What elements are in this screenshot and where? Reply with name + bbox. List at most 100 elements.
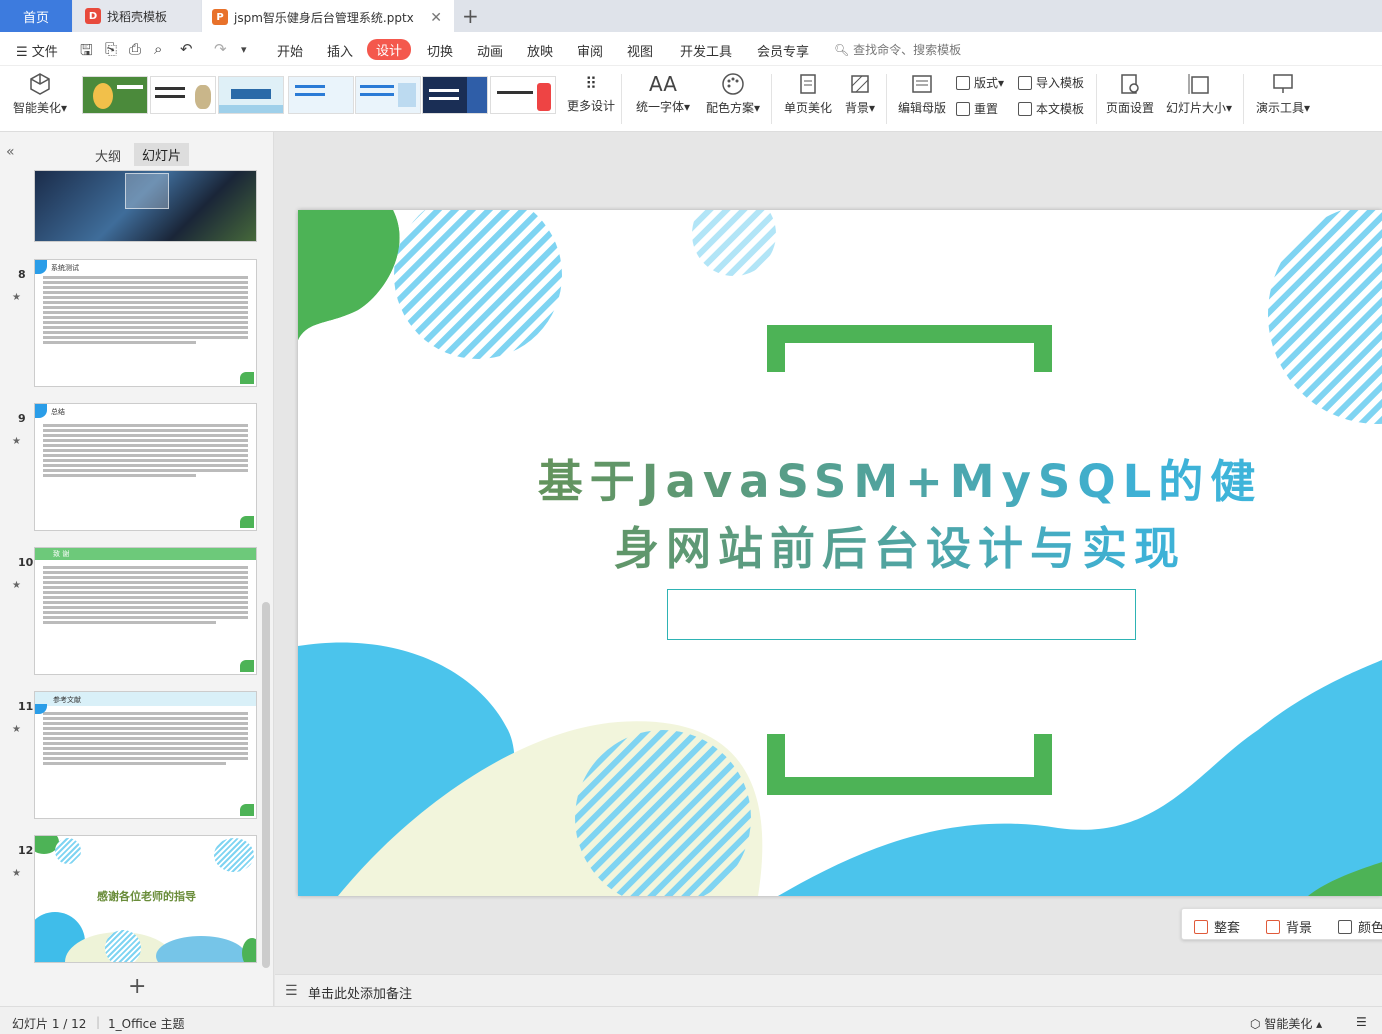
- tab-current-file[interactable]: P jspm智乐健身后台管理系统.pptx ✕: [202, 0, 454, 32]
- slide-thumb-12[interactable]: 感谢各位老师的指导: [34, 835, 257, 963]
- template-thumb-2[interactable]: [150, 76, 216, 114]
- layout-icon: [956, 75, 970, 90]
- reset-button[interactable]: 重置: [956, 100, 998, 117]
- template-thumb-4[interactable]: [288, 76, 354, 114]
- file-menu-label: 文件: [31, 45, 58, 60]
- slide-thumb-title: 感谢各位老师的指导: [97, 890, 196, 903]
- presentation-icon: [1273, 74, 1293, 93]
- customize-toolbar-icon[interactable]: ▾: [241, 43, 247, 56]
- ribbon-separator: [771, 74, 772, 124]
- slide-thumb-7[interactable]: [34, 170, 257, 242]
- search-placeholder: 查找命令、搜索模板: [853, 43, 962, 57]
- file-menu-button[interactable]: ☰ 文件: [16, 41, 58, 60]
- page-beautify-button[interactable]: 单页美化: [783, 72, 833, 116]
- quick-color-button[interactable]: 颜色: [1338, 917, 1382, 936]
- slide-title[interactable]: 基于JavaSSM+MySQL的健 身网站前后台设计与实现: [298, 448, 1382, 582]
- menu-member[interactable]: 会员专享: [757, 41, 809, 60]
- notes-pane[interactable]: ☰ 单击此处添加备注: [275, 974, 1382, 1006]
- color-scheme-button[interactable]: 配色方案▾: [704, 72, 762, 116]
- presentation-tools-button[interactable]: 演示工具▾: [1254, 72, 1312, 116]
- template-thumb-7[interactable]: [490, 76, 556, 114]
- import-icon: [1018, 75, 1032, 90]
- menu-developer[interactable]: 开发工具: [680, 41, 732, 60]
- status-divider: |: [96, 1015, 101, 1029]
- slide-size-label: 幻灯片大小: [1165, 101, 1226, 115]
- smart-beautify-label: 智能美化: [12, 101, 61, 115]
- subtitle-placeholder[interactable]: [667, 589, 1136, 640]
- notes-toggle-icon[interactable]: ☰: [1356, 1015, 1367, 1029]
- slide-thumb-10[interactable]: 致 谢: [34, 547, 257, 675]
- more-designs-label: 更多设计: [567, 99, 616, 113]
- animation-star-icon: ★: [12, 580, 21, 591]
- menu-slideshow[interactable]: 放映: [527, 41, 553, 60]
- template-thumb-3[interactable]: [218, 76, 284, 114]
- print-icon[interactable]: ⎙: [129, 40, 141, 58]
- command-search[interactable]: 🔍︎ 查找命令、搜索模板: [834, 41, 961, 58]
- tab-file-label: jspm智乐健身后台管理系统.pptx: [234, 10, 414, 25]
- tidy-label: 整套: [1214, 921, 1241, 936]
- close-tab-icon[interactable]: ✕: [430, 10, 442, 26]
- panel-scrollbar[interactable]: [262, 602, 270, 968]
- collapse-panel-icon[interactable]: «: [6, 144, 15, 160]
- paint-bucket-icon: [1338, 919, 1352, 934]
- tab-docer-templates[interactable]: D 找稻壳模板: [73, 0, 201, 32]
- background-label: 背景: [844, 101, 869, 115]
- slide-number: 8: [18, 268, 26, 281]
- pptx-file-icon: P: [212, 9, 228, 25]
- template-thumb-6[interactable]: [422, 76, 488, 114]
- background-button[interactable]: 背景▾: [842, 72, 878, 116]
- menu-start[interactable]: 开始: [277, 41, 303, 60]
- menu-bar: ☰ 文件 🖫 ⎘ ⎙ ⌕ ↶ ↷ ▾ 开始 插入 设计 切换 动画 放映 审阅 …: [0, 32, 1382, 66]
- quick-background-label: 背景: [1286, 921, 1313, 936]
- unify-font-button[interactable]: AA 统一字体▾: [635, 72, 691, 115]
- menu-insert[interactable]: 插入: [327, 41, 353, 60]
- export-pdf-icon[interactable]: ⎘: [105, 40, 117, 58]
- page-setup-icon: [1121, 74, 1139, 94]
- menu-view[interactable]: 视图: [627, 41, 653, 60]
- template-thumb-1[interactable]: [82, 76, 148, 114]
- slide-size-button[interactable]: 幻灯片大小▾: [1164, 72, 1234, 116]
- template-thumb-5[interactable]: [355, 76, 421, 114]
- menu-transition[interactable]: 切换: [427, 41, 453, 60]
- tab-docer-label: 找稻壳模板: [107, 9, 168, 24]
- new-tab-button[interactable]: +: [462, 4, 479, 28]
- animation-star-icon: ★: [12, 292, 21, 303]
- reset-icon: [956, 101, 970, 116]
- tab-outline[interactable]: 大纲: [95, 146, 121, 165]
- status-smart-beautify[interactable]: ⬡ 智能美化 ▴: [1250, 1015, 1322, 1032]
- page-beautify-label: 单页美化: [783, 101, 832, 115]
- redo-icon[interactable]: ↷: [214, 40, 227, 58]
- import-template-button[interactable]: 导入模板: [1018, 74, 1084, 91]
- slide-thumb-title: 系统测试: [51, 264, 79, 272]
- quick-background-button[interactable]: 背景: [1266, 917, 1312, 936]
- ribbon-separator: [621, 74, 622, 124]
- doc-template-button[interactable]: 本文模板: [1018, 100, 1084, 117]
- slide-thumb-9[interactable]: 总结: [34, 403, 257, 531]
- tab-bar: 首页 D 找稻壳模板 P jspm智乐健身后台管理系统.pptx ✕ +: [0, 0, 1382, 32]
- menu-animation[interactable]: 动画: [477, 41, 503, 60]
- tab-home[interactable]: 首页: [0, 0, 72, 32]
- print-preview-icon[interactable]: ⌕: [154, 40, 162, 58]
- tab-slides[interactable]: 幻灯片: [134, 143, 190, 166]
- tidy-set-button[interactable]: 整套: [1194, 917, 1240, 936]
- edit-master-button[interactable]: 编辑母版: [897, 72, 947, 116]
- animation-star-icon: ★: [12, 724, 21, 735]
- menu-design[interactable]: 设计: [367, 39, 412, 60]
- slide-number: 11: [18, 700, 34, 713]
- doc-template-label: 本文模板: [1036, 102, 1085, 116]
- slide-editor[interactable]: 基于JavaSSM+MySQL的健 身网站前后台设计与实现: [298, 210, 1382, 896]
- slide-thumb-11[interactable]: 参考文献: [34, 691, 257, 819]
- page-setup-button[interactable]: 页面设置: [1104, 72, 1156, 116]
- menu-review[interactable]: 审阅: [577, 41, 603, 60]
- layout-button[interactable]: 版式 ▾: [956, 74, 1004, 91]
- undo-icon[interactable]: ↶: [180, 40, 193, 58]
- save-icon[interactable]: 🖫: [80, 40, 93, 65]
- smart-beautify-button[interactable]: 智能美化▾: [10, 72, 70, 116]
- theme-name[interactable]: 1_Office 主题: [108, 1015, 184, 1032]
- slide-number: 10: [18, 556, 34, 569]
- import-template-label: 导入模板: [1036, 76, 1085, 90]
- search-icon: 🔍︎: [834, 43, 850, 57]
- slide-thumb-8[interactable]: 系统测试: [34, 259, 257, 387]
- add-slide-button[interactable]: +: [128, 974, 146, 999]
- more-designs-button[interactable]: ⠿ 更多设计: [567, 74, 615, 114]
